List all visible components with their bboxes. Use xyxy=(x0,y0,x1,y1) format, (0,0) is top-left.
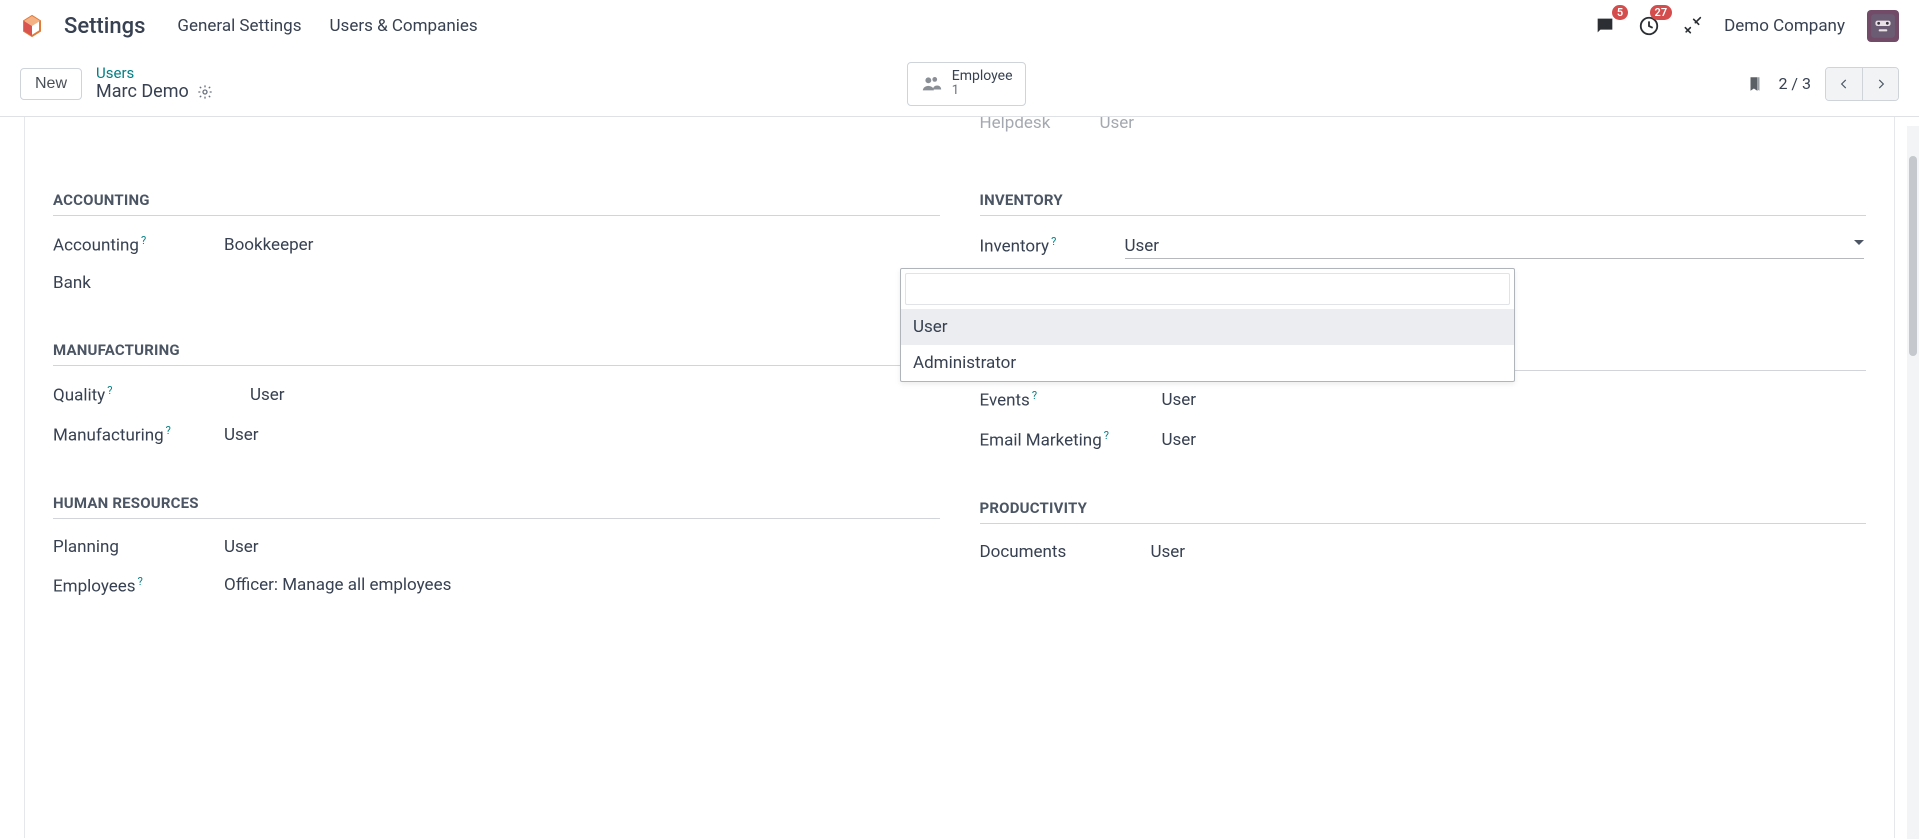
heading-manufacturing: MANUFACTURING xyxy=(53,341,940,366)
label-inventory: Inventory? xyxy=(980,235,1125,257)
row-bank: Bank xyxy=(53,273,940,293)
debug-icon[interactable] xyxy=(1682,16,1702,36)
label-email-marketing: Email Marketing? xyxy=(980,429,1136,451)
value-accounting[interactable]: Bookkeeper xyxy=(198,235,940,255)
row-events: Events? User xyxy=(980,389,1867,411)
dropdown-option-user[interactable]: User xyxy=(901,309,1514,345)
pager-value[interactable]: 2 / 3 xyxy=(1778,74,1811,93)
control-panel: New Users Marc Demo Employee 1 2 / 3 xyxy=(0,52,1919,117)
value-employees[interactable]: Officer: Manage all employees xyxy=(198,575,940,595)
chevron-down-icon xyxy=(1854,240,1864,246)
breadcrumb-parent[interactable]: Users xyxy=(96,65,213,82)
pager-prev[interactable] xyxy=(1826,68,1862,100)
pager-buttons xyxy=(1825,67,1899,101)
heading-hr: HUMAN RESOURCES xyxy=(53,494,940,519)
left-column: ACCOUNTING Accounting? Bookkeeper Bank M… xyxy=(53,143,940,597)
stat-sub: 1 xyxy=(952,84,1013,98)
stat-title: Employee xyxy=(952,69,1013,84)
new-button[interactable]: New xyxy=(20,68,82,100)
dropdown-search-input[interactable] xyxy=(905,273,1510,305)
label-employees: Employees? xyxy=(53,575,198,597)
inventory-select[interactable]: User xyxy=(1125,234,1865,259)
inventory-dropdown-popup: User Administrator xyxy=(900,268,1515,382)
gear-icon[interactable] xyxy=(197,84,213,100)
row-employees: Employees? Officer: Manage all employees xyxy=(53,575,940,597)
left-column xyxy=(53,117,940,143)
app-logo-icon[interactable] xyxy=(20,14,44,38)
user-avatar[interactable] xyxy=(1867,10,1899,42)
heading-accounting: ACCOUNTING xyxy=(53,191,940,216)
messages-badge: 5 xyxy=(1612,5,1628,20)
heading-inventory: INVENTORY xyxy=(980,191,1867,216)
label-documents: Documents xyxy=(980,542,1125,562)
menu-general-settings[interactable]: General Settings xyxy=(177,16,301,36)
value-manufacturing[interactable]: User xyxy=(198,425,940,445)
row-email-marketing: Email Marketing? User xyxy=(980,429,1867,451)
menu-users-companies[interactable]: Users & Companies xyxy=(330,16,478,36)
pager: 2 / 3 xyxy=(1746,67,1899,101)
value-documents[interactable]: User xyxy=(1125,542,1867,562)
breadcrumb-current: Marc Demo xyxy=(96,82,213,103)
scrollbar[interactable] xyxy=(1907,126,1919,839)
right-column-top: Helpdesk User xyxy=(980,117,1867,143)
label-accounting: Accounting? xyxy=(53,234,198,256)
row-documents: Documents User xyxy=(980,542,1867,562)
row-planning: Planning User xyxy=(53,537,940,557)
app-title[interactable]: Settings xyxy=(64,14,145,39)
row-accounting: Accounting? Bookkeeper xyxy=(53,234,940,256)
navbar-right: 5 27 Demo Company xyxy=(1594,10,1899,42)
row-helpdesk: Helpdesk User xyxy=(980,117,1867,133)
users-icon xyxy=(920,73,944,95)
value-email-marketing[interactable]: User xyxy=(1136,430,1867,450)
label-manufacturing: Manufacturing? xyxy=(53,424,198,446)
value-helpdesk[interactable]: User xyxy=(1100,117,1867,133)
label-bank: Bank xyxy=(53,273,198,293)
row-quality: Quality? User xyxy=(53,384,940,406)
stat-button-employee[interactable]: Employee 1 xyxy=(907,62,1026,106)
navbar-menu: General Settings Users & Companies xyxy=(177,16,477,36)
scrollbar-thumb[interactable] xyxy=(1909,156,1917,356)
messages-icon[interactable]: 5 xyxy=(1594,15,1616,37)
value-events[interactable]: User xyxy=(1136,390,1867,410)
top-navbar: Settings General Settings Users & Compan… xyxy=(0,0,1919,52)
value-planning[interactable]: User xyxy=(198,537,940,557)
company-switcher[interactable]: Demo Company xyxy=(1724,16,1845,36)
activities-badge: 27 xyxy=(1650,5,1673,20)
form-sheet: Helpdesk User ACCOUNTING Accounting? Boo… xyxy=(24,117,1895,838)
row-inventory: Inventory? User xyxy=(980,234,1867,259)
form-scroll-area[interactable]: Helpdesk User ACCOUNTING Accounting? Boo… xyxy=(0,117,1919,838)
record-name: Marc Demo xyxy=(96,82,189,103)
pager-next[interactable] xyxy=(1862,68,1898,100)
row-manufacturing: Manufacturing? User xyxy=(53,424,940,446)
activities-icon[interactable]: 27 xyxy=(1638,15,1660,37)
value-quality[interactable]: User xyxy=(198,385,940,405)
label-events: Events? xyxy=(980,389,1136,411)
heading-productivity: PRODUCTIVITY xyxy=(980,499,1867,524)
value-inventory[interactable]: User xyxy=(1125,234,1867,259)
bookmark-icon[interactable] xyxy=(1746,73,1764,95)
dropdown-option-administrator[interactable]: Administrator xyxy=(901,345,1514,381)
breadcrumb: Users Marc Demo xyxy=(96,65,213,103)
label-quality: Quality? xyxy=(53,384,198,406)
label-helpdesk: Helpdesk xyxy=(980,117,1100,133)
label-planning: Planning xyxy=(53,537,198,557)
